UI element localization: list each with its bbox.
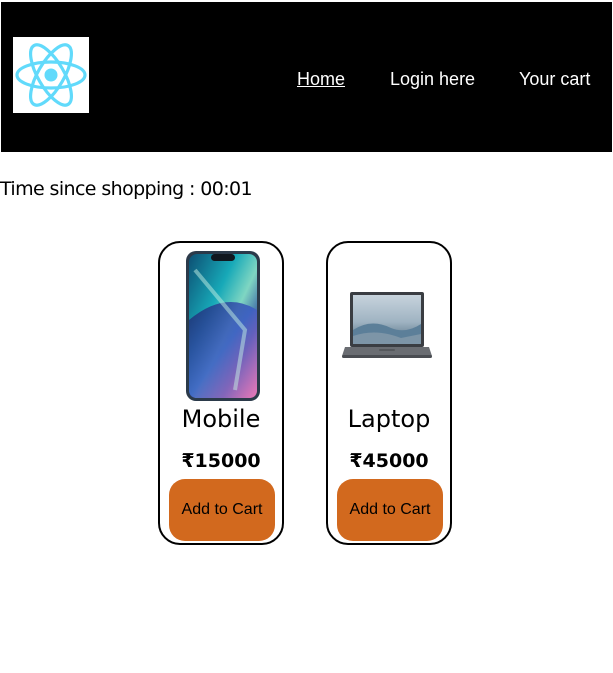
nav-link-login[interactable]: Login here bbox=[390, 68, 475, 90]
navbar: Home Login here Your cart bbox=[1, 2, 612, 152]
product-price: ₹45000 bbox=[349, 450, 429, 472]
laptop-image bbox=[342, 292, 432, 358]
nav-link-home[interactable]: Home bbox=[297, 68, 345, 90]
nav-link-cart[interactable]: Your cart bbox=[519, 68, 590, 90]
product-name: Laptop bbox=[347, 405, 431, 433]
smartphone-image bbox=[186, 251, 260, 401]
shopping-timer: Time since shopping : 00:01 bbox=[0, 178, 253, 200]
product-name: Mobile bbox=[181, 405, 261, 433]
product-card-laptop: Laptop ₹45000 Add to Cart bbox=[326, 241, 452, 545]
product-price: ₹15000 bbox=[181, 450, 261, 472]
add-to-cart-button[interactable]: Add to Cart bbox=[169, 479, 275, 541]
product-card-mobile: Mobile ₹15000 Add to Cart bbox=[158, 241, 284, 545]
add-to-cart-button[interactable]: Add to Cart bbox=[337, 479, 443, 541]
react-logo-icon[interactable] bbox=[13, 37, 89, 113]
